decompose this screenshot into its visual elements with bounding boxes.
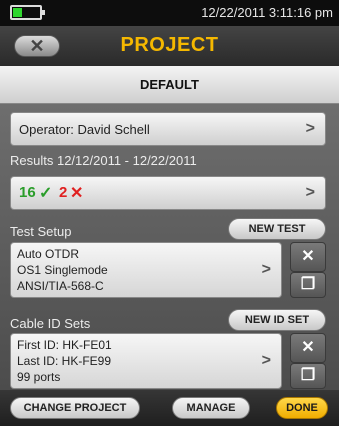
footer-bar: CHANGE PROJECT MANAGE DONE [0,390,339,426]
copy-icon: ❐ [300,276,316,293]
delete-test-button[interactable]: ✕ [290,242,326,272]
copy-test-button[interactable]: ❐ [290,272,326,298]
operator-row[interactable]: Operator: David Schell > [10,112,326,146]
chevron-right-icon: > [305,120,315,137]
test-setup-line: Auto OTDR [17,247,80,261]
content-area: Operator: David Schell > Results 12/12/2… [0,104,339,390]
new-id-set-button[interactable]: NEW ID SET [228,309,326,331]
chevron-right-icon: > [261,261,271,278]
results-summary-row[interactable]: 16 ✓ 2 ✕ > [10,176,326,210]
test-setup-card[interactable]: Auto OTDR OS1 Singlemode ANSI/TIA-568-C … [10,242,282,298]
delete-x-icon: ✕ [301,248,315,265]
copy-id-set-button[interactable]: ❐ [290,363,326,389]
test-setup-line: OS1 Singlemode [17,263,108,277]
status-bar: 12/22/2011 3:11:16 pm [0,0,339,26]
manage-button[interactable]: MANAGE [172,397,250,419]
cable-id-set-card[interactable]: First ID: HK-FE01 Last ID: HK-FE99 99 po… [10,333,282,389]
datetime: 12/22/2011 3:11:16 pm [201,5,333,20]
fail-count: 2 [59,184,68,201]
test-setup-heading: Test Setup [10,224,72,239]
chevron-right-icon: > [261,352,271,369]
change-project-button[interactable]: CHANGE PROJECT [10,397,140,419]
page-title: PROJECT [120,34,219,56]
title-bar: ✕ PROJECT [0,26,339,66]
pass-check-icon: ✓ [39,185,53,202]
chevron-right-icon: > [305,184,315,201]
pass-count: 16 [19,184,36,201]
cable-id-line: First ID: HK-FE01 [17,338,112,352]
copy-icon: ❐ [300,367,316,384]
results-range: Results 12/12/2011 - 12/22/2011 [10,153,197,168]
cable-id-line: 99 ports [17,370,61,384]
delete-id-set-button[interactable]: ✕ [290,333,326,363]
battery-icon [10,5,45,20]
fail-x-icon: ✕ [70,185,84,202]
operator-label: Operator: David Schell [19,122,150,137]
done-button[interactable]: DONE [276,397,328,419]
cable-id-line: Last ID: HK-FE99 [17,354,112,368]
new-test-button[interactable]: NEW TEST [228,218,326,240]
delete-x-icon: ✕ [301,339,315,356]
cable-id-sets-heading: Cable ID Sets [10,316,91,331]
test-setup-line: ANSI/TIA-568-C [17,279,104,293]
project-name: DEFAULT [0,66,339,104]
